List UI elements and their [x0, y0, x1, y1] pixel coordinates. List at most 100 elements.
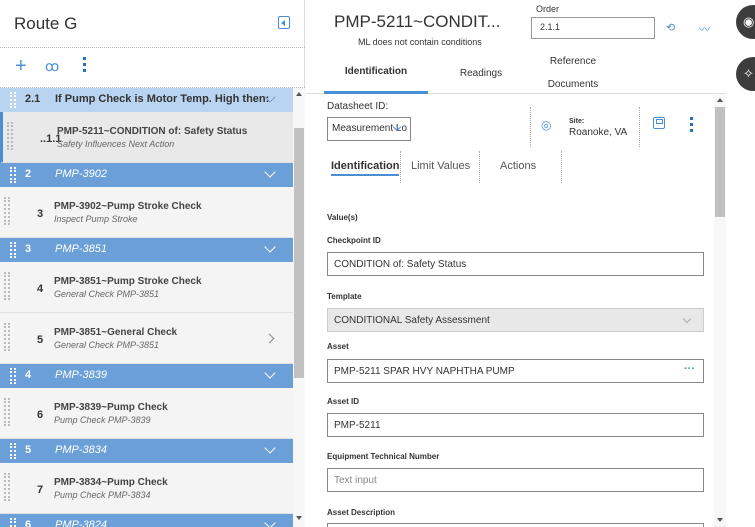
item-subtitle: Inspect Pump Stroke: [54, 214, 138, 224]
page-subtitle: ML does not contain conditions: [358, 37, 482, 47]
route-item[interactable]: ..1.1 PMP-5211~CONDITION of: Safety Statu…: [0, 112, 293, 163]
item-number: 4: [37, 283, 44, 295]
tab-documents[interactable]: Documents: [538, 79, 608, 90]
route-group-header[interactable]: 2.1 If Pump Check is Motor Temp. High the…: [0, 88, 293, 112]
divider: [479, 151, 480, 183]
asset-description-field[interactable]: [327, 523, 704, 527]
collapse-panel-icon[interactable]: [278, 16, 290, 29]
drag-handle-icon[interactable]: [10, 518, 16, 527]
route-group-header[interactable]: 2 PMP-3902: [0, 163, 293, 187]
chevron-down-icon[interactable]: [264, 241, 276, 253]
order-input[interactable]: 2.1.1: [531, 17, 655, 39]
asset-field[interactable]: PMP-5211 SPAR HVY NAPHTHA PUMP ···: [327, 359, 704, 383]
group-label: PMP-3834: [55, 444, 107, 456]
route-group-header[interactable]: 3 PMP-3851: [0, 238, 293, 262]
route-list: 2.1 If Pump Check is Motor Temp. High the…: [0, 88, 293, 527]
route-group-header[interactable]: 6 PMP-3824: [0, 514, 293, 527]
more-options-icon[interactable]: [690, 117, 693, 135]
chevron-down-icon[interactable]: [264, 367, 276, 379]
chevron-down-icon[interactable]: [264, 517, 276, 527]
item-subtitle: Pump Check PMP-3834: [54, 490, 151, 500]
page-title: PMP-5211~CONDIT...: [334, 12, 501, 31]
tab-identification[interactable]: Identification: [324, 66, 428, 94]
asset-value: PMP-5211 SPAR HVY NAPHTHA PUMP: [334, 366, 515, 377]
group-number: 4: [25, 369, 32, 381]
checkpoint-id-field[interactable]: CONDITION of: Safety Status: [327, 252, 704, 276]
item-subtitle: Safety Influences Next Action: [57, 139, 175, 149]
item-subtitle: General Check PMP-3851: [54, 340, 160, 350]
drag-handle-icon[interactable]: [10, 443, 16, 459]
group-number: 3: [25, 243, 32, 255]
more-options-icon[interactable]: [83, 57, 87, 73]
trend-icon[interactable]: 〰: [699, 21, 710, 37]
route-item[interactable]: 5 PMP-3851~General Check General Check PMP…: [0, 313, 293, 364]
chevron-down-icon[interactable]: [264, 442, 276, 454]
datasheet-select[interactable]: Measurement Lo: [327, 117, 411, 141]
scroll-up-icon[interactable]: [296, 92, 302, 96]
ellipsis-icon[interactable]: ···: [684, 363, 695, 375]
equipment-technical-number-field[interactable]: Text input: [327, 468, 704, 492]
site-label: Site:: [569, 118, 585, 125]
route-item[interactable]: 7 PMP-3834~Pump Check Pump Check PMP-3834: [0, 463, 293, 514]
route-item[interactable]: 6 PMP-3839~Pump Check Pump Check PMP-3839: [0, 388, 293, 439]
add-icon[interactable]: +: [15, 55, 27, 78]
asset-id-field[interactable]: PMP-5211: [327, 413, 704, 437]
eye-icon[interactable]: ◉: [736, 5, 755, 39]
drag-handle-icon[interactable]: [4, 398, 10, 426]
scrollbar-thumb[interactable]: [294, 128, 304, 378]
subtab-limit-values[interactable]: Limit Values: [411, 160, 470, 172]
chevron-down-icon[interactable]: [264, 166, 276, 178]
item-title: PMP-3839~Pump Check: [54, 402, 168, 413]
tab-reference[interactable]: Reference: [538, 56, 608, 67]
asset-id-label: Asset ID: [327, 397, 360, 406]
item-title: PMP-5211~CONDITION of: Safety Status: [57, 126, 248, 137]
save-icon[interactable]: [653, 117, 665, 129]
location-pin-icon: ◎: [541, 118, 552, 132]
site-value: Roanoke, VA: [569, 127, 628, 138]
divider: [400, 151, 401, 183]
route-toolbar: + ꝏ: [0, 48, 305, 88]
group-number: 5: [25, 444, 32, 456]
chevron-right-icon[interactable]: [264, 333, 275, 344]
drag-handle-icon[interactable]: [10, 242, 16, 258]
binoculars-icon[interactable]: ꝏ: [45, 58, 59, 75]
reset-icon[interactable]: ⟲: [666, 21, 675, 34]
template-value: CONDITIONAL Safety Assessment: [334, 315, 490, 326]
details-scrollbar[interactable]: [714, 95, 726, 527]
group-number: 6: [25, 519, 32, 527]
template-select[interactable]: CONDITIONAL Safety Assessment: [327, 308, 704, 332]
drag-handle-icon[interactable]: [10, 167, 16, 183]
section-label: Value(s): [327, 213, 358, 222]
subtab-identification[interactable]: Identification: [331, 160, 400, 176]
group-label: PMP-3851: [55, 243, 107, 255]
checkpoint-id-label: Checkpoint ID: [327, 236, 381, 245]
route-list-scrollbar[interactable]: [293, 88, 305, 527]
divider: [639, 107, 640, 147]
route-group-header[interactable]: 4 PMP-3839: [0, 364, 293, 388]
drag-handle-icon[interactable]: [4, 473, 10, 501]
route-group-header[interactable]: 5 PMP-3834: [0, 439, 293, 463]
subtab-actions[interactable]: Actions: [500, 160, 536, 172]
item-title: PMP-3851~Pump Stroke Check: [54, 276, 202, 287]
divider: [561, 151, 562, 183]
tab-readings[interactable]: Readings: [451, 68, 511, 79]
route-title: Route G: [14, 14, 78, 33]
scrollbar-thumb[interactable]: [715, 107, 725, 217]
drag-handle-icon[interactable]: [4, 197, 10, 225]
scroll-down-icon[interactable]: [717, 518, 723, 522]
app-root: Route G + ꝏ 2.1 If Pump Check is Motor Te…: [0, 0, 755, 527]
drag-handle-icon[interactable]: [4, 272, 10, 300]
group-label: PMP-3902: [55, 168, 107, 180]
item-title: PMP-3902~Pump Stroke Check: [54, 201, 202, 212]
drag-handle-icon[interactable]: [10, 368, 16, 384]
scroll-up-icon[interactable]: [717, 98, 723, 102]
drag-handle-icon[interactable]: [10, 92, 16, 108]
scroll-down-icon[interactable]: [296, 516, 302, 520]
drag-handle-icon[interactable]: [7, 122, 13, 150]
pin-icon[interactable]: ✧: [736, 57, 755, 91]
route-item[interactable]: 3 PMP-3902~Pump Stroke Check Inspect Pump …: [0, 187, 293, 238]
route-item[interactable]: 4 PMP-3851~Pump Stroke Check General Check…: [0, 262, 293, 313]
route-header: Route G: [0, 0, 305, 48]
datasheet-subtabs: Identification Limit Values Actions: [327, 151, 587, 183]
drag-handle-icon[interactable]: [4, 323, 10, 351]
